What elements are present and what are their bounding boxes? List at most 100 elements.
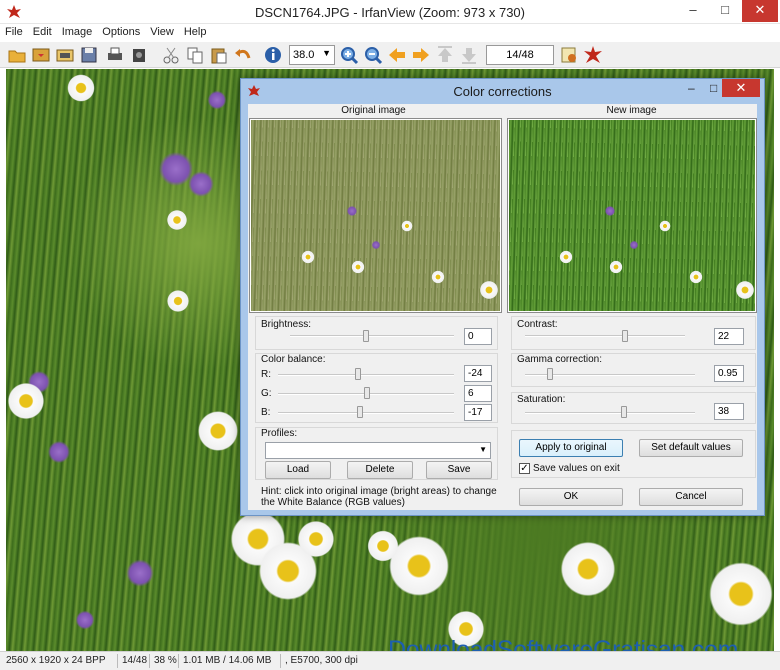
minimize-button[interactable]: – <box>676 0 710 22</box>
status-extra: , E5700, 300 dpi <box>285 655 358 666</box>
flower <box>296 519 336 559</box>
new-image-label: New image <box>606 105 657 116</box>
blue-input[interactable]: -17 <box>464 404 492 421</box>
dialog-title-bar: Color corrections – □ ✕ <box>241 79 764 103</box>
original-image-label: Original image <box>341 105 406 116</box>
thumbnails-icon[interactable] <box>30 44 52 66</box>
dialog-close-button[interactable]: ✕ <box>722 79 760 97</box>
zoom-in-icon[interactable] <box>338 44 360 66</box>
status-zoom: 38 % <box>154 655 177 666</box>
delete-profile-button[interactable]: Delete <box>347 461 413 479</box>
contrast-input[interactable]: 22 <box>714 328 744 345</box>
flower <box>366 529 400 563</box>
menu-view[interactable]: View <box>145 24 179 40</box>
irfanview-icon[interactable] <box>582 44 604 66</box>
apply-to-original-button[interactable]: Apply to original <box>519 439 623 457</box>
saturation-slider-thumb[interactable] <box>621 406 627 418</box>
red-slider-thumb[interactable] <box>355 368 361 380</box>
zoom-out-icon[interactable] <box>362 44 384 66</box>
cut-icon[interactable] <box>160 44 182 66</box>
save-icon[interactable] <box>78 44 100 66</box>
gamma-input[interactable]: 0.95 <box>714 365 744 382</box>
brightness-label: Brightness: <box>261 319 312 330</box>
status-size: 1.01 MB / 14.06 MB <box>183 655 272 666</box>
menu-options[interactable]: Options <box>97 24 145 40</box>
zoom-value: 38.0 <box>293 49 315 61</box>
first-icon[interactable] <box>434 44 456 66</box>
brightness-slider-thumb[interactable] <box>363 330 369 342</box>
green-label: G: <box>261 388 272 399</box>
flower <box>66 73 96 103</box>
next-icon[interactable] <box>410 44 432 66</box>
saturation-slider-track[interactable] <box>525 412 695 414</box>
menu-help[interactable]: Help <box>179 24 212 40</box>
status-index: 14/48 <box>122 655 148 666</box>
blue-slider-track[interactable] <box>278 412 454 414</box>
original-image-preview[interactable] <box>249 118 502 313</box>
red-input[interactable]: -24 <box>464 365 492 382</box>
red-slider-track[interactable] <box>278 374 454 376</box>
flower <box>6 381 46 421</box>
flower <box>196 409 240 453</box>
scanner-icon[interactable] <box>128 44 150 66</box>
new-image-preview <box>507 118 757 313</box>
settings-icon[interactable] <box>558 44 580 66</box>
red-label: R: <box>261 369 271 380</box>
load-profile-button[interactable]: Load <box>265 461 331 479</box>
flower <box>166 209 188 231</box>
chevron-down-icon: ▼ <box>479 445 487 454</box>
green-slider-thumb[interactable] <box>364 387 370 399</box>
maximize-button[interactable]: □ <box>708 0 742 22</box>
cancel-button[interactable]: Cancel <box>639 488 743 506</box>
green-input[interactable]: 6 <box>464 385 492 402</box>
gamma-label: Gamma correction: <box>517 354 603 365</box>
toolbar: 38.0 ▼ 14/48 <box>0 42 780 68</box>
saturation-input[interactable]: 38 <box>714 403 744 420</box>
menu-edit[interactable]: Edit <box>28 24 57 40</box>
window-title: DSCN1764.JPG - IrfanView (Zoom: 973 x 73… <box>255 5 525 20</box>
gamma-slider-thumb[interactable] <box>547 368 553 380</box>
flower <box>186 169 216 199</box>
brightness-slider-track[interactable] <box>290 335 454 337</box>
menu-image[interactable]: Image <box>57 24 98 40</box>
flower <box>706 559 774 629</box>
profiles-dropdown[interactable]: ▼ <box>265 442 491 459</box>
set-default-values-button[interactable]: Set default values <box>639 439 743 457</box>
brightness-input[interactable]: 0 <box>464 328 492 345</box>
print-icon[interactable] <box>104 44 126 66</box>
previous-icon[interactable] <box>386 44 408 66</box>
color-corrections-dialog: Color corrections – □ ✕ Original image N… <box>240 78 765 516</box>
save-values-checkbox[interactable]: ✓ <box>519 463 530 474</box>
blue-slider-thumb[interactable] <box>357 406 363 418</box>
page-counter: 14/48 <box>486 45 554 65</box>
flower <box>74 609 96 631</box>
slideshow-icon[interactable] <box>54 44 76 66</box>
close-button[interactable]: ✕ <box>742 0 778 22</box>
info-icon[interactable] <box>262 44 284 66</box>
flower <box>206 89 228 111</box>
profiles-label: Profiles: <box>261 428 298 439</box>
saturation-label: Saturation: <box>517 394 566 405</box>
flower <box>166 289 190 313</box>
minimize-button[interactable]: – <box>688 81 695 95</box>
flower <box>124 557 156 589</box>
ok-button[interactable]: OK <box>519 488 623 506</box>
copy-icon[interactable] <box>184 44 206 66</box>
menu-bar: File Edit Image Options View Help <box>0 24 780 42</box>
blue-label: B: <box>261 407 271 418</box>
contrast-slider-thumb[interactable] <box>622 330 628 342</box>
contrast-label: Contrast: <box>517 319 558 330</box>
maximize-button[interactable]: □ <box>710 81 717 95</box>
undo-icon[interactable] <box>232 44 254 66</box>
title-bar: DSCN1764.JPG - IrfanView (Zoom: 973 x 73… <box>0 0 780 24</box>
zoom-combobox[interactable]: 38.0 ▼ <box>289 45 335 65</box>
status-dimensions: 2560 x 1920 x 24 BPP <box>6 655 106 666</box>
last-icon[interactable] <box>458 44 480 66</box>
contrast-slider-track[interactable] <box>525 335 685 337</box>
status-bar: 2560 x 1920 x 24 BPP 14/48 38 % 1.01 MB … <box>0 651 780 670</box>
open-icon[interactable] <box>6 44 28 66</box>
paste-icon[interactable] <box>208 44 230 66</box>
save-profile-button[interactable]: Save <box>426 461 492 479</box>
menu-file[interactable]: File <box>0 24 28 40</box>
color-balance-label: Color balance: <box>261 354 326 365</box>
